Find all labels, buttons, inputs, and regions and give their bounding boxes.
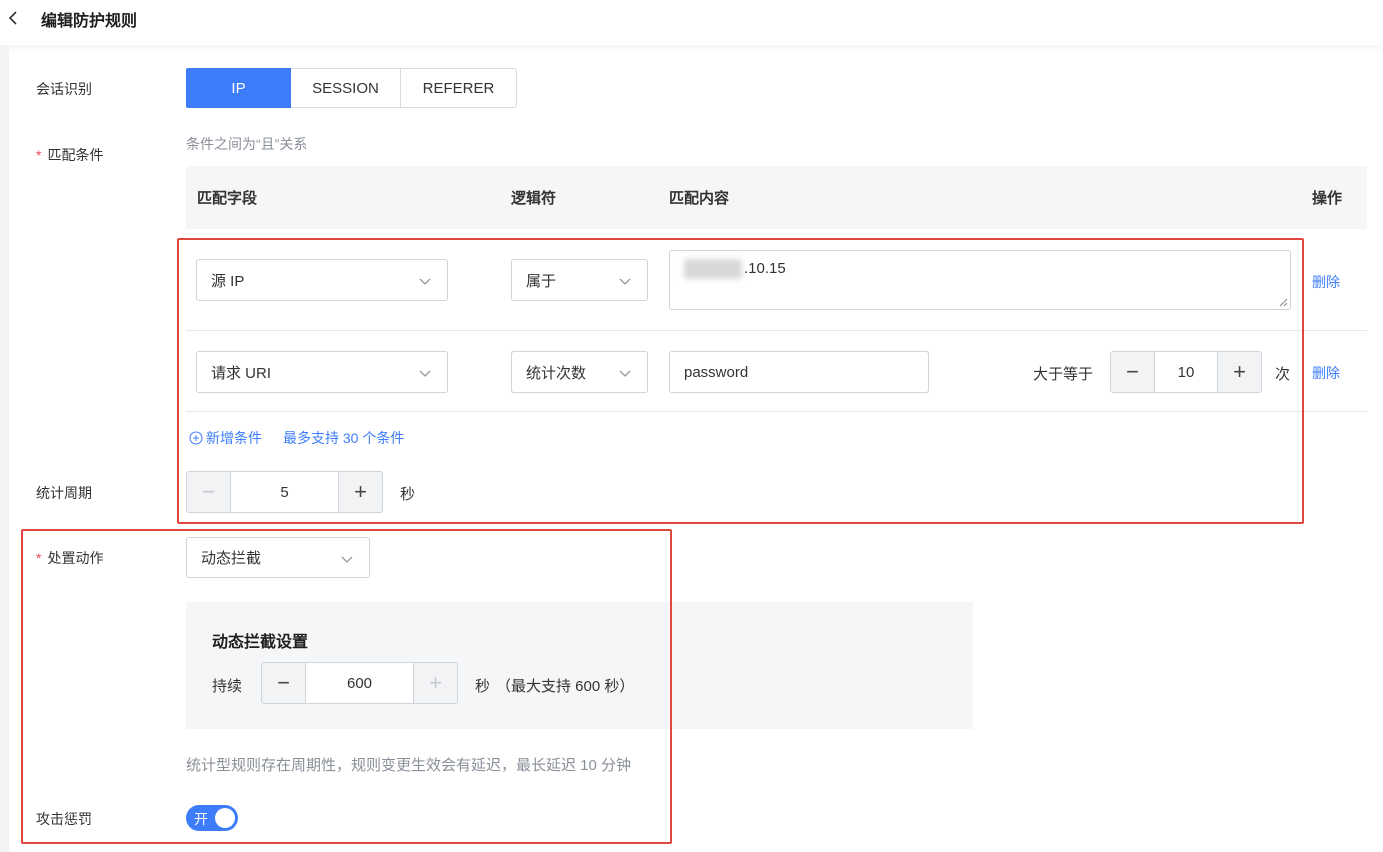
page-title: 编辑防护规则 [41,13,138,30]
period-label: 统计周期 [36,485,92,501]
row2-field-value: 请求 URI [211,364,272,382]
match-label-text: 匹配条件 [47,147,104,163]
row2-count-stepper: − 10 + [1110,351,1262,393]
add-condition-label: 新增条件 [206,430,262,446]
chevron-down-icon [341,556,353,563]
duration-label: 持续 [212,678,243,695]
chevron-down-icon [419,278,431,285]
duration-unit: 秒 [475,678,491,695]
chevron-down-icon [419,370,431,377]
required-mark: * [36,550,42,566]
session-option-ip[interactable]: IP [186,68,291,108]
row1-field-select[interactable]: 源 IP [196,259,448,301]
add-condition-hint: 最多支持 30 个条件 [283,430,405,446]
action-label: * 处置动作 [36,548,103,568]
row2-content-input[interactable]: password [669,351,929,393]
plus-circle-icon [189,431,203,445]
chevron-left-icon[interactable] [6,10,22,26]
row2-delete-link[interactable]: 删除 [1312,363,1340,383]
delay-note: 统计型规则存在周期性，规则变更生效会有延迟，最长延迟 10 分钟 [186,757,632,774]
dynamic-block-panel: 动态拦截设置 持续 − 600 + 秒 （最大支持 600 秒） [186,602,973,729]
chevron-down-icon [619,370,631,377]
row1-logic-value: 属于 [526,272,557,290]
row1-delete-link[interactable]: 删除 [1312,272,1340,292]
action-select[interactable]: 动态拦截 [186,537,370,578]
row2-logic-select[interactable]: 统计次数 [511,351,648,393]
row2-compare-label: 大于等于 [1033,366,1094,383]
resize-handle-icon[interactable] [1278,297,1288,307]
match-hint: 条件之间为“且”关系 [186,136,308,152]
duration-hint: （最大支持 600 秒） [496,678,635,695]
action-select-value: 动态拦截 [201,550,262,567]
period-value[interactable]: 5 [230,472,339,512]
table-header: 匹配字段 逻辑符 匹配内容 操作 [186,166,1367,229]
required-mark: * [36,147,42,163]
minus-button[interactable]: − [1111,352,1154,392]
duration-stepper: − 600 + [261,662,458,704]
row2-field-select[interactable]: 请求 URI [196,351,448,393]
action-label-text: 处置动作 [47,550,104,566]
redacted-ip-prefix [684,259,742,279]
dynamic-block-title: 动态拦截设置 [212,634,309,651]
session-segmented-control: IP SESSION REFERER [186,68,517,108]
column-action: 操作 [1312,190,1343,207]
column-content: 匹配内容 [669,190,730,207]
chevron-down-icon [619,278,631,285]
row-divider [186,411,1367,412]
row1-content-textarea[interactable]: .10.15 [669,250,1291,310]
session-option-referer[interactable]: REFERER [401,68,517,108]
column-logic: 逻辑符 [511,190,557,207]
duration-value[interactable]: 600 [305,663,414,703]
top-bar: 编辑防护规则 [0,0,1383,45]
period-unit: 秒 [400,486,416,503]
row2-logic-value: 统计次数 [526,364,587,382]
row2-count-value[interactable]: 10 [1154,352,1218,392]
toggle-on-label: 开 [194,811,208,827]
plus-button[interactable]: + [414,663,457,703]
period-stepper: − 5 + [186,471,383,513]
column-field: 匹配字段 [197,190,258,207]
row1-field-value: 源 IP [211,272,245,290]
toggle-knob [215,808,235,828]
match-label: * 匹配条件 [36,145,103,165]
punish-toggle[interactable]: 开 [186,805,238,831]
session-option-session[interactable]: SESSION [291,68,401,108]
row1-logic-select[interactable]: 属于 [511,259,648,301]
add-condition-link[interactable]: 新增条件 [189,428,262,448]
session-label: 会话识别 [36,81,92,97]
minus-button[interactable]: − [187,472,230,512]
row2-count-unit: 次 [1275,366,1291,383]
minus-button[interactable]: − [262,663,305,703]
plus-button[interactable]: + [1218,352,1261,392]
punish-label: 攻击惩罚 [36,811,92,827]
row-divider [186,330,1367,331]
left-edge-strip [0,45,9,852]
plus-button[interactable]: + [339,472,382,512]
row1-content-value: .10.15 [744,260,786,277]
